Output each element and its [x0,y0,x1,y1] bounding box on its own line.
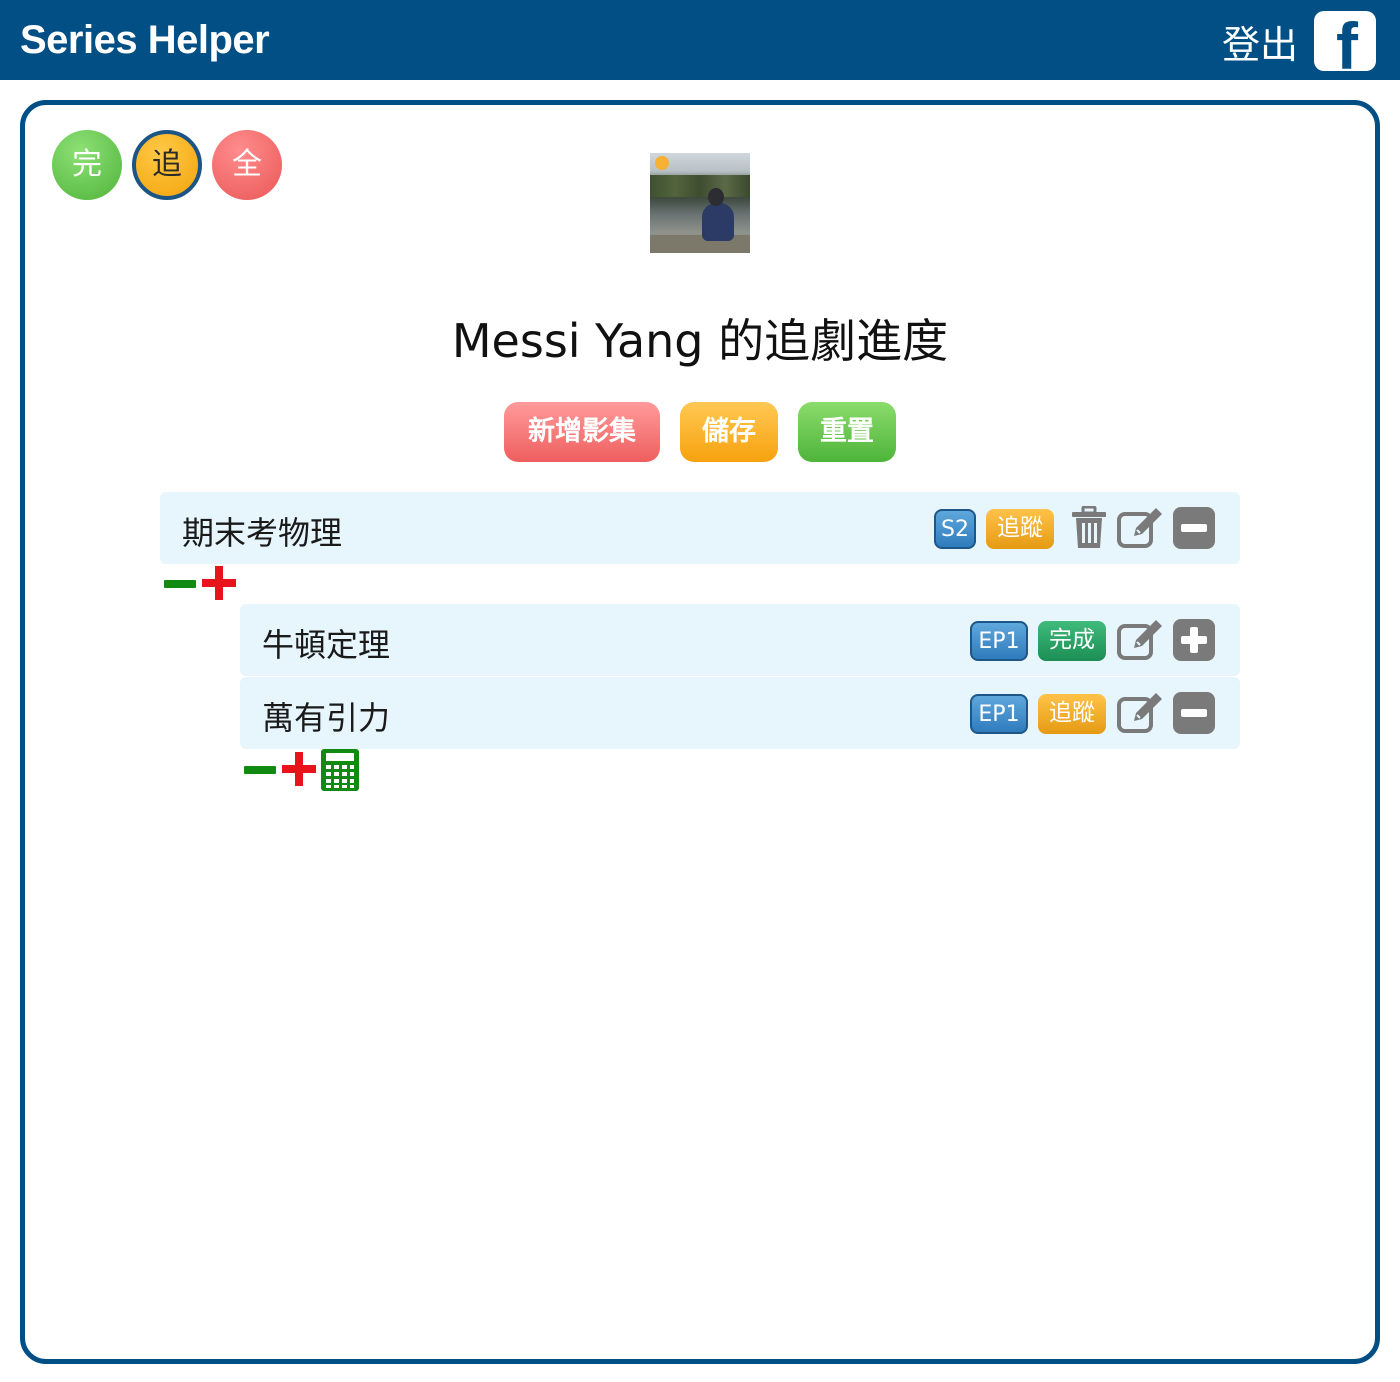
edit-icon[interactable] [1116,691,1166,735]
status-badge[interactable]: 完成 [1038,621,1106,661]
collapse-minus-icon[interactable] [1173,692,1215,734]
series-title: 期末考物理 [182,514,343,552]
filter-done-button[interactable]: 完 [52,130,122,200]
status-badge[interactable]: 追蹤 [986,509,1054,549]
top-navbar: Series Helper 登出 f [0,0,1400,80]
minus-icon[interactable] [244,761,276,780]
logout-link[interactable]: 登出 [1222,14,1298,69]
filter-tracking-button[interactable]: 追 [132,130,202,200]
season-badge[interactable]: S2 [934,509,976,549]
episode-badge[interactable]: EP1 [970,694,1028,734]
episode-row[interactable]: 牛頓定理 EP1 完成 [240,604,1240,676]
reset-button[interactable]: 重置 [798,402,896,462]
facebook-icon[interactable]: f [1314,11,1376,71]
main-panel: 完 追 全 Messi Yang 的追劇進度 新增影集 儲存 重置 期末考物理 … [20,100,1380,1364]
expand-plus-icon[interactable] [1173,619,1215,661]
collapse-minus-icon[interactable] [1173,507,1215,549]
episode-title: 牛頓定理 [262,626,391,664]
status-badge[interactable]: 追蹤 [1038,694,1106,734]
filter-all-button[interactable]: 全 [212,130,282,200]
calculator-icon[interactable] [320,748,360,796]
minus-icon[interactable] [164,575,196,594]
episode-title: 萬有引力 [262,699,391,737]
save-button[interactable]: 儲存 [680,402,778,462]
app-brand[interactable]: Series Helper [20,18,270,63]
add-series-button[interactable]: 新增影集 [504,402,660,462]
plus-icon[interactable] [282,752,316,790]
edit-icon[interactable] [1116,618,1166,662]
edit-icon[interactable] [1116,506,1166,550]
episode-badge[interactable]: EP1 [970,621,1028,661]
trash-icon[interactable] [1070,506,1108,550]
user-avatar [650,153,750,253]
plus-icon[interactable] [202,566,236,604]
episode-row[interactable]: 萬有引力 EP1 追蹤 [240,677,1240,749]
series-row[interactable]: 期末考物理 S2 追蹤 [160,492,1240,564]
page-title: Messi Yang 的追劇進度 [451,314,949,368]
